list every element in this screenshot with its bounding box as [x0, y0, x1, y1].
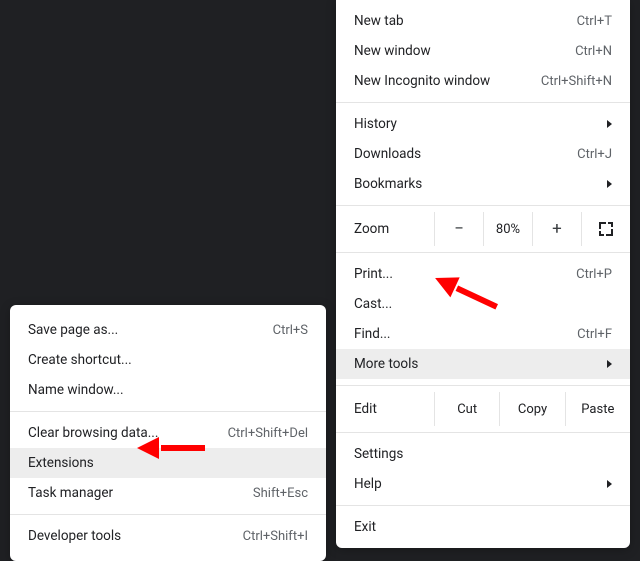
menu-item-new-tab[interactable]: New tab Ctrl+T	[336, 6, 630, 36]
menu-label: Save page as...	[28, 322, 273, 338]
menu-label: Name window...	[28, 382, 308, 398]
submenu-arrow-icon	[607, 180, 612, 188]
cut-button[interactable]: Cut	[434, 392, 499, 426]
more-tools-submenu: Save page as... Ctrl+S Create shortcut..…	[10, 305, 326, 561]
menu-label: History	[354, 116, 599, 132]
menu-item-save-page[interactable]: Save page as... Ctrl+S	[10, 315, 326, 345]
menu-item-more-tools[interactable]: More tools	[336, 349, 630, 379]
menu-item-print[interactable]: Print... Ctrl+P	[336, 259, 630, 289]
menu-label: More tools	[354, 356, 599, 372]
paste-button[interactable]: Paste	[565, 392, 630, 426]
menu-item-history[interactable]: History	[336, 109, 630, 139]
menu-separator	[336, 205, 630, 206]
menu-shortcut: Ctrl+T	[577, 14, 612, 29]
menu-label: Cast...	[354, 296, 612, 312]
submenu-arrow-icon	[607, 360, 612, 368]
menu-item-extensions[interactable]: Extensions	[10, 448, 326, 478]
menu-label: Task manager	[28, 485, 253, 501]
menu-item-developer-tools[interactable]: Developer tools Ctrl+Shift+I	[10, 521, 326, 551]
menu-shortcut: Ctrl+Shift+Del	[228, 426, 308, 441]
edit-label: Edit	[336, 401, 434, 417]
zoom-value: 80%	[483, 212, 532, 246]
copy-button[interactable]: Copy	[499, 392, 564, 426]
menu-item-name-window[interactable]: Name window...	[10, 375, 326, 405]
fullscreen-button[interactable]	[581, 212, 630, 246]
zoom-out-button[interactable]: −	[434, 212, 483, 246]
menu-shortcut: Ctrl+N	[575, 44, 612, 59]
menu-item-clear-browsing-data[interactable]: Clear browsing data... Ctrl+Shift+Del	[10, 418, 326, 448]
menu-item-create-shortcut[interactable]: Create shortcut...	[10, 345, 326, 375]
menu-label: Developer tools	[28, 528, 243, 544]
menu-item-bookmarks[interactable]: Bookmarks	[336, 169, 630, 199]
menu-shortcut: Ctrl+F	[577, 327, 612, 342]
menu-separator	[10, 411, 326, 412]
menu-item-settings[interactable]: Settings	[336, 439, 630, 469]
menu-separator	[336, 102, 630, 103]
menu-item-downloads[interactable]: Downloads Ctrl+J	[336, 139, 630, 169]
fullscreen-icon	[599, 222, 613, 236]
zoom-in-button[interactable]: +	[532, 212, 581, 246]
menu-label: Help	[354, 476, 599, 492]
chrome-main-menu: New tab Ctrl+T New window Ctrl+N New Inc…	[336, 0, 630, 548]
menu-label: Create shortcut...	[28, 352, 308, 368]
submenu-arrow-icon	[607, 120, 612, 128]
menu-item-new-incognito[interactable]: New Incognito window Ctrl+Shift+N	[336, 66, 630, 96]
menu-label: Clear browsing data...	[28, 425, 228, 441]
menu-label: Find...	[354, 326, 577, 342]
menu-label: Exit	[354, 519, 612, 535]
menu-shortcut: Ctrl+P	[576, 267, 612, 282]
menu-label: Print...	[354, 266, 576, 282]
menu-item-new-window[interactable]: New window Ctrl+N	[336, 36, 630, 66]
menu-label: Extensions	[28, 455, 308, 471]
menu-shortcut: Ctrl+J	[577, 147, 612, 162]
menu-separator	[336, 385, 630, 386]
menu-separator	[336, 505, 630, 506]
menu-shortcut: Shift+Esc	[253, 486, 308, 501]
menu-item-zoom: Zoom − 80% +	[336, 212, 630, 246]
menu-item-task-manager[interactable]: Task manager Shift+Esc	[10, 478, 326, 508]
menu-shortcut: Ctrl+Shift+I	[243, 529, 308, 544]
menu-label: New tab	[354, 13, 577, 29]
menu-separator	[336, 252, 630, 253]
menu-separator	[336, 432, 630, 433]
menu-item-exit[interactable]: Exit	[336, 512, 630, 542]
menu-label: Bookmarks	[354, 176, 599, 192]
menu-item-help[interactable]: Help	[336, 469, 630, 499]
menu-item-cast[interactable]: Cast...	[336, 289, 630, 319]
menu-separator	[10, 514, 326, 515]
menu-item-find[interactable]: Find... Ctrl+F	[336, 319, 630, 349]
menu-shortcut: Ctrl+S	[273, 323, 308, 338]
menu-label: Settings	[354, 446, 612, 462]
submenu-arrow-icon	[607, 480, 612, 488]
menu-label: New Incognito window	[354, 73, 541, 89]
zoom-label: Zoom	[336, 221, 434, 237]
menu-item-edit: Edit Cut Copy Paste	[336, 392, 630, 426]
menu-label: Downloads	[354, 146, 577, 162]
menu-shortcut: Ctrl+Shift+N	[541, 74, 612, 89]
menu-label: New window	[354, 43, 575, 59]
